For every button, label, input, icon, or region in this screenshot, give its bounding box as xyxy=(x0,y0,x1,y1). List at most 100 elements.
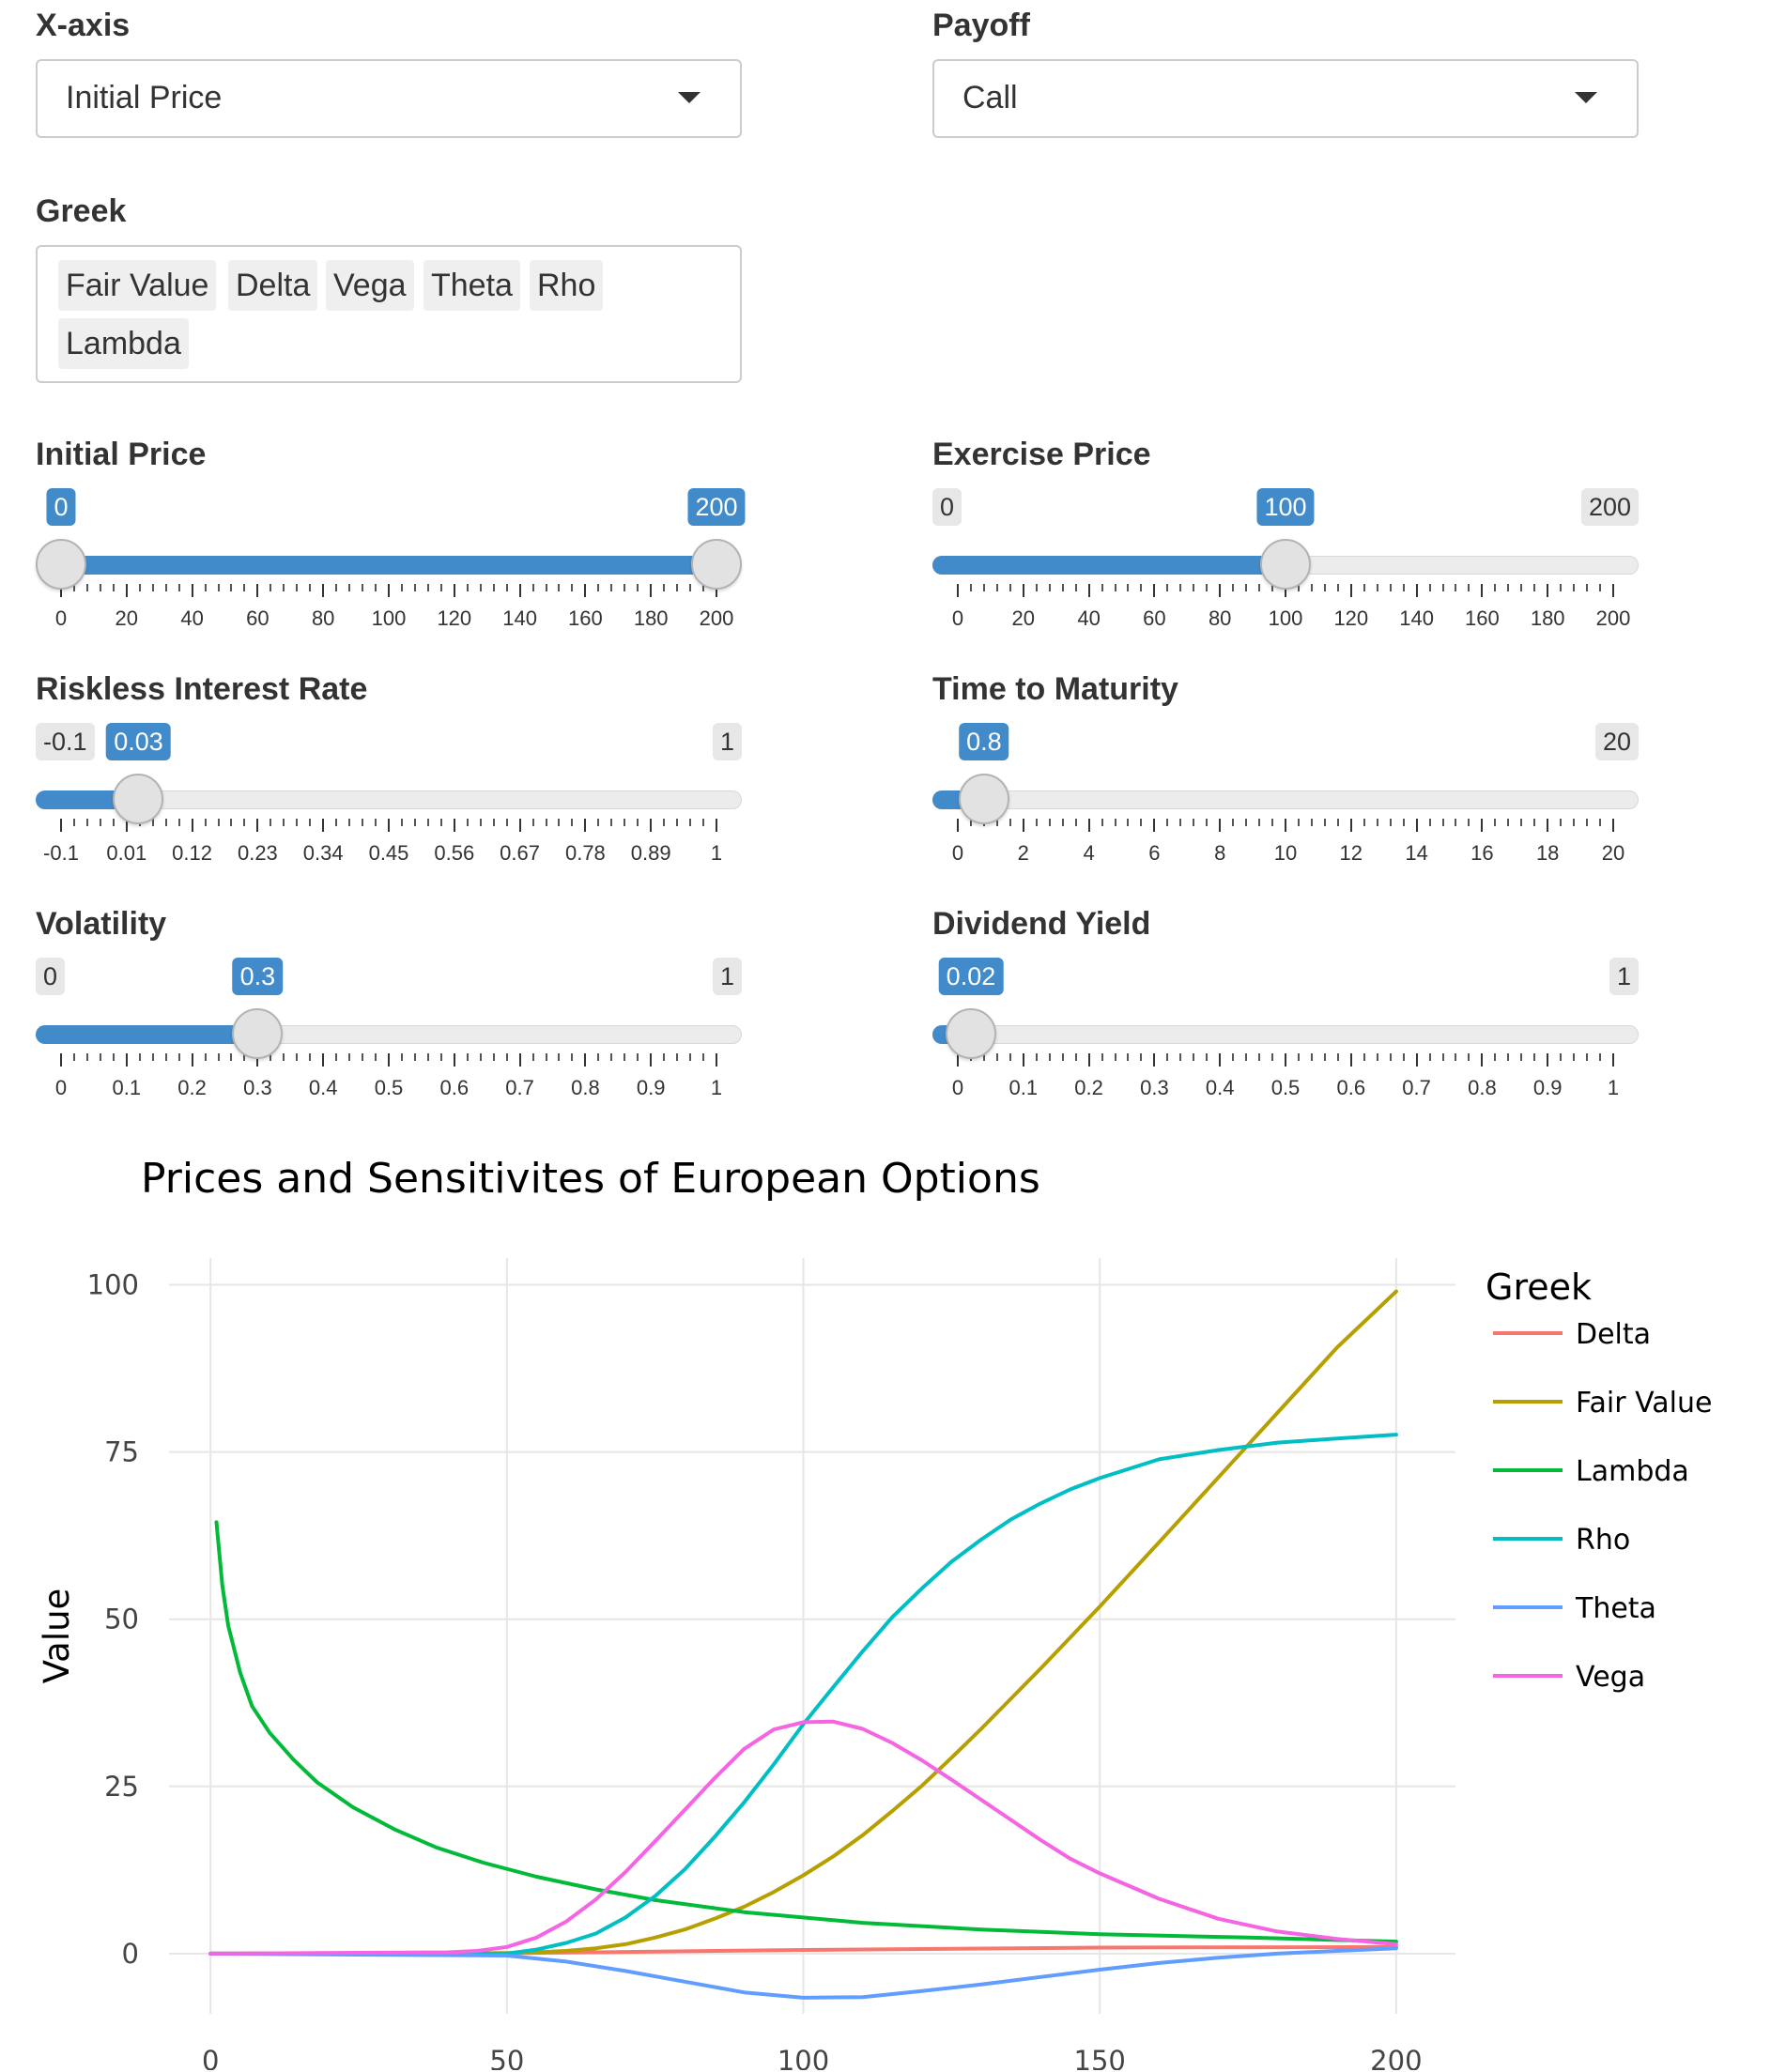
slider-minor-tick xyxy=(413,819,416,826)
slider-minor-tick xyxy=(558,584,561,591)
slider-major-tick xyxy=(453,1053,455,1067)
legend-label: Fair Value xyxy=(1576,1387,1712,1420)
slider-minor-tick xyxy=(243,819,246,826)
slider-major-tick xyxy=(716,819,717,832)
slider-minor-tick xyxy=(702,1053,705,1061)
slider-major-tick xyxy=(957,584,959,597)
slider-major-tick xyxy=(322,584,325,597)
greek-multiselect[interactable]: Fair Value Delta Vega Theta Rho Lambda xyxy=(36,245,742,383)
slider-tick-label: 0.12 xyxy=(172,841,213,865)
slider-minor-tick xyxy=(1232,819,1235,826)
slider-minor-tick xyxy=(1114,584,1116,591)
slider-minor-tick xyxy=(479,1053,482,1061)
volatility-slider[interactable]: 0 0.1 0.2 0.3 0.4 0.5 0.6 0.7 0.8 0.9 1 0 1 0.3 xyxy=(36,958,742,1099)
slider-major-tick xyxy=(191,584,193,597)
slider-minor-tick xyxy=(230,819,233,826)
slider-minor-tick xyxy=(230,1053,233,1061)
slider-minor-tick xyxy=(1455,819,1457,826)
slider-minor-tick xyxy=(1441,1053,1444,1061)
slider-value: 0.3 xyxy=(232,958,284,995)
slider-handle[interactable] xyxy=(945,1008,996,1059)
slider-minor-tick xyxy=(1127,1053,1130,1061)
slider-minor-tick xyxy=(1035,584,1038,591)
payoff-label: Payoff xyxy=(932,8,1030,43)
greek-chip-lambda[interactable]: Lambda xyxy=(58,318,189,369)
slider-major-tick xyxy=(1415,1053,1418,1067)
payoff-select[interactable]: Call xyxy=(932,59,1639,138)
payoff-selected-value: Call xyxy=(962,80,1018,115)
slider-tick-label: 10 xyxy=(1273,841,1298,865)
slider-minor-tick xyxy=(982,584,985,591)
slider-minor-tick xyxy=(1166,819,1169,826)
slider-minor-tick xyxy=(375,584,377,591)
slider-minor-tick xyxy=(1520,1053,1523,1061)
slider-from-value: 0 xyxy=(46,488,76,526)
slider-minor-tick xyxy=(610,584,613,591)
slider-minor-tick xyxy=(151,1053,154,1061)
slider-tick-label: 0.23 xyxy=(237,841,278,865)
slider-minor-tick xyxy=(204,819,207,826)
slider-minor-tick xyxy=(283,1053,285,1061)
y-tick-label: 50 xyxy=(104,1604,139,1635)
greek-chip-vega[interactable]: Vega xyxy=(326,260,414,311)
slider-major-tick xyxy=(1547,819,1549,832)
greek-chip-delta[interactable]: Delta xyxy=(228,260,318,311)
slider-minor-tick xyxy=(1206,819,1209,826)
slider-major-tick xyxy=(518,819,521,832)
slider-minor-tick xyxy=(1048,819,1051,826)
slider-handle[interactable] xyxy=(958,774,1009,824)
xaxis-label: X-axis xyxy=(36,8,131,43)
slider-from-handle[interactable] xyxy=(36,539,86,590)
slider-handle[interactable] xyxy=(113,774,164,824)
slider-minor-tick xyxy=(335,819,338,826)
slider-minor-tick xyxy=(1258,1053,1261,1061)
slider-minor-tick xyxy=(426,584,429,591)
slider-minor-tick xyxy=(1323,819,1326,826)
slider-minor-tick xyxy=(1297,819,1300,826)
slider-minor-tick xyxy=(1389,584,1392,591)
slider-minor-tick xyxy=(1074,1053,1077,1061)
slider-minor-tick xyxy=(1336,819,1339,826)
slider-minor-tick xyxy=(689,1053,692,1061)
greek-chip-theta[interactable]: Theta xyxy=(423,260,520,311)
slider-tick-label: 120 xyxy=(1333,606,1369,630)
slider-minor-tick xyxy=(571,584,574,591)
xaxis-select[interactable]: Initial Price xyxy=(36,59,742,138)
slider-minor-tick xyxy=(1179,584,1182,591)
slider-tick-label: 4 xyxy=(1083,841,1095,865)
slider-value: 0.03 xyxy=(106,723,171,760)
slider-minor-tick xyxy=(1573,819,1576,826)
slider-tick-label: 0.1 xyxy=(112,1076,142,1099)
slider-minor-tick xyxy=(375,819,377,826)
slider-minor-tick xyxy=(1297,1053,1300,1061)
slider-major-tick xyxy=(1547,1053,1549,1067)
interest-rate-slider[interactable]: -0.1 0.01 0.12 0.23 0.34 0.45 0.56 0.67 0.78 0.89… xyxy=(36,723,742,865)
slider-tick-label: 0.78 xyxy=(564,841,606,865)
exercise-price-slider[interactable]: 0 20 40 60 80 100 120 140 160 180 200 0 200 100 xyxy=(932,488,1639,630)
slider-major-tick xyxy=(1415,819,1418,832)
greek-chip-fair-value[interactable]: Fair Value xyxy=(58,260,217,311)
xaxis-selected-value: Initial Price xyxy=(66,80,223,115)
slider-major-tick xyxy=(716,1053,717,1067)
slider-to-handle[interactable] xyxy=(691,539,742,590)
slider-minor-tick xyxy=(1586,1053,1589,1061)
initial-price-slider[interactable]: 0 20 40 60 80 100 120 140 160 180 200 0 200 xyxy=(36,488,746,630)
slider-minor-tick xyxy=(1061,819,1064,826)
slider-minor-tick xyxy=(466,584,469,591)
legend-label: Vega xyxy=(1576,1661,1645,1694)
slider-minor-tick xyxy=(1441,584,1444,591)
greek-chip-rho[interactable]: Rho xyxy=(530,260,604,311)
maturity-slider[interactable]: 0 2 4 6 8 10 12 14 16 18 20 20 0.8 xyxy=(932,723,1639,865)
dividend-slider[interactable]: 0 0.1 0.2 0.3 0.4 0.5 0.6 0.7 0.8 0.9 1 1 0.02 xyxy=(932,958,1639,1099)
slider-minor-tick xyxy=(1494,1053,1497,1061)
slider-major-tick xyxy=(1219,819,1222,832)
slider-minor-tick xyxy=(1258,584,1261,591)
slider-minor-tick xyxy=(1310,819,1313,826)
slider-minor-tick xyxy=(348,1053,351,1061)
slider-minor-tick xyxy=(610,819,613,826)
slider-handle[interactable] xyxy=(232,1008,284,1059)
slider-handle[interactable] xyxy=(1260,539,1311,590)
slider-minor-tick xyxy=(1468,584,1470,591)
slider-tick-label: 0.1 xyxy=(1008,1076,1039,1099)
slider-minor-tick xyxy=(1114,1053,1116,1061)
